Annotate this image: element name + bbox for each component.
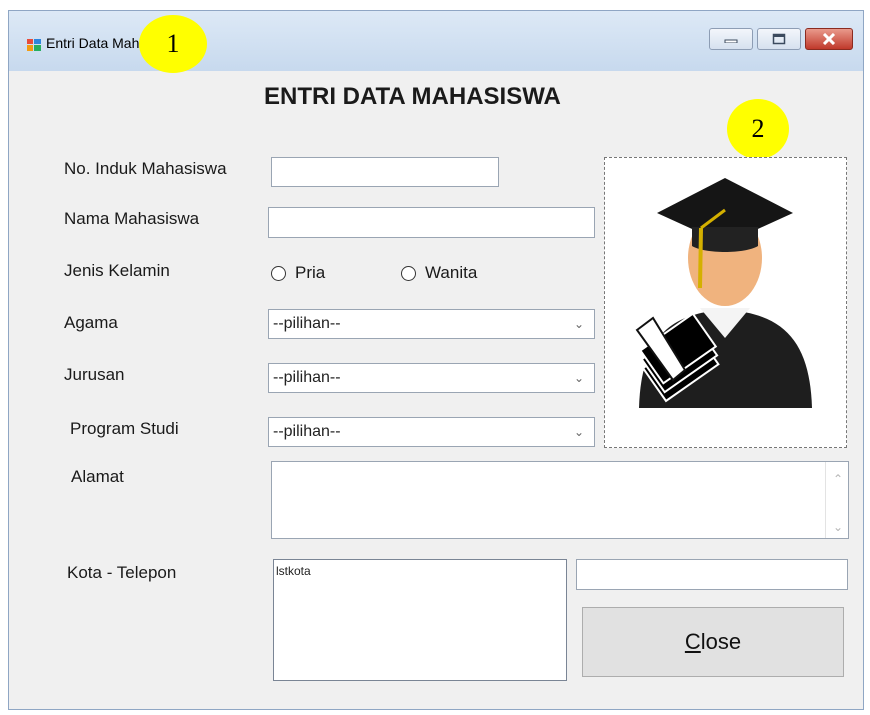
minimize-button[interactable] xyxy=(709,28,753,50)
form-heading: ENTRI DATA MAHASISWA xyxy=(264,83,561,110)
radio-wanita-label: Wanita xyxy=(425,263,478,282)
main-window: Entri Data Mahasiswa 1 2 ENTRI DATA MAHA… xyxy=(8,10,864,710)
annotation-badge-1: 1 xyxy=(139,15,207,73)
radio-wanita[interactable]: Wanita xyxy=(401,263,477,283)
agama-select-value: --pilihan-- xyxy=(273,315,341,332)
telepon-input[interactable] xyxy=(576,559,848,590)
minimize-icon xyxy=(724,39,738,43)
nim-label: No. Induk Mahasiswa xyxy=(64,159,227,178)
jurusan-select-value: --pilihan-- xyxy=(273,369,341,386)
jurusan-select[interactable]: --pilihan-- ⌄ xyxy=(268,363,595,393)
scroll-up-icon[interactable]: ⌃ xyxy=(833,472,843,486)
agama-label: Agama xyxy=(64,313,118,332)
close-button-label: lose xyxy=(700,629,742,654)
chevron-down-icon: ⌄ xyxy=(574,425,585,439)
radio-pria[interactable]: Pria xyxy=(271,263,325,283)
maximize-button[interactable] xyxy=(757,28,801,50)
agama-select[interactable]: --pilihan-- ⌄ xyxy=(268,309,595,339)
chevron-down-icon: ⌄ xyxy=(574,317,585,331)
maximize-icon xyxy=(772,33,786,45)
radio-pria-label: Pria xyxy=(295,263,326,282)
form-icon xyxy=(27,39,41,51)
close-button-mnemonic: C xyxy=(684,629,701,654)
window-close-button[interactable] xyxy=(805,28,853,50)
student-photo-box[interactable] xyxy=(604,157,847,448)
radio-circle xyxy=(401,265,416,281)
nama-label: Nama Mahasiswa xyxy=(64,209,200,228)
close-icon xyxy=(822,33,836,45)
nim-input[interactable] xyxy=(271,157,499,187)
kota-telepon-label: Kota - Telepon xyxy=(67,563,177,582)
title-bar[interactable]: Entri Data Mahasiswa xyxy=(9,11,863,71)
gender-label: Jenis Kelamin xyxy=(64,261,170,280)
kota-listbox[interactable]: lstkota xyxy=(273,559,567,681)
prodi-select[interactable]: --pilihan-- ⌄ xyxy=(268,417,595,447)
close-button[interactable]: Close xyxy=(582,607,844,677)
prodi-select-value: --pilihan-- xyxy=(273,423,341,440)
prodi-label: Program Studi xyxy=(70,419,179,438)
alamat-label: Alamat xyxy=(71,467,124,486)
alamat-scrollbar[interactable]: ⌃ ⌄ xyxy=(825,462,848,538)
graduate-avatar-icon xyxy=(635,178,812,408)
nama-input[interactable] xyxy=(268,207,595,238)
alamat-textarea[interactable]: ⌃ ⌄ xyxy=(271,461,849,539)
radio-circle xyxy=(271,265,286,281)
jurusan-label: Jurusan xyxy=(64,365,125,384)
scroll-down-icon[interactable]: ⌄ xyxy=(833,520,843,534)
chevron-down-icon: ⌄ xyxy=(574,371,585,385)
list-item[interactable]: lstkota xyxy=(276,564,564,578)
